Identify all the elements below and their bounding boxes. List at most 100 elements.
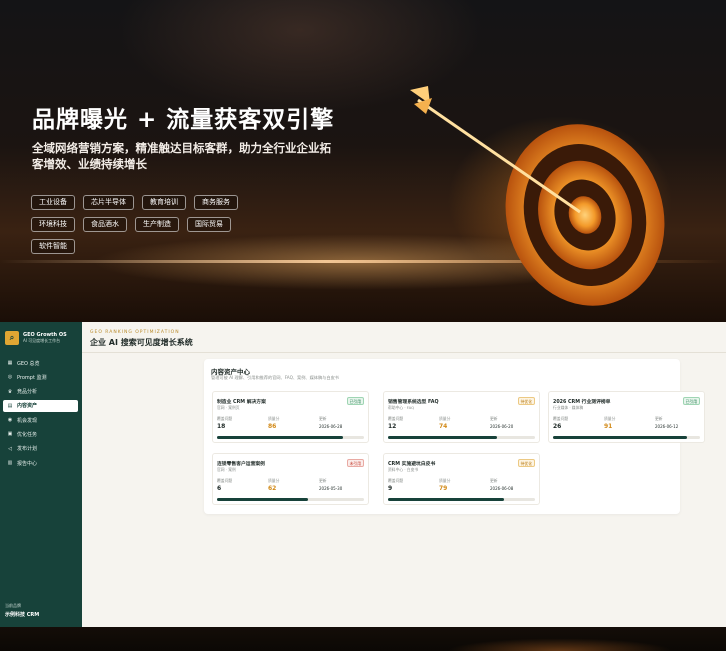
status-badge: 已引用: [682, 397, 700, 405]
updated-label: 更新: [655, 416, 663, 421]
sidebar-item-1[interactable]: ▦ GEO 总览: [3, 357, 78, 369]
coverage-label: 覆盖问题: [388, 416, 404, 421]
asset-card[interactable]: 连锁零售客户运营案例 官网 · 案例 未引用覆盖问题 6 质量分 62 更新 2026-05-…: [212, 453, 369, 505]
updated-value: 2026-06-28: [319, 424, 343, 429]
score-label: 质量分: [268, 416, 280, 421]
progress-fill: [388, 436, 497, 439]
status-badge: 未引用: [346, 459, 364, 467]
current-brand: 当前品牌 示例科技 CRM: [5, 603, 39, 618]
sidebar-item-8[interactable]: ▥ 报告中心: [3, 457, 78, 469]
coverage-metric: 覆盖问题 12: [388, 416, 403, 430]
sidebar-item-5[interactable]: ◉ 机会发现: [3, 414, 78, 426]
sidebar-item-7[interactable]: ◁ 发布计划: [3, 443, 78, 455]
logo-search-icon: ⌕: [5, 331, 19, 345]
industry-tags: 工业设备 芯片半导体 教育培训 商务服务环境科技 食品酒水 生产制造 国际贸易软件智能: [31, 195, 281, 254]
industry-tag[interactable]: 生产制造: [135, 217, 179, 232]
industry-tag[interactable]: 软件智能: [31, 239, 75, 254]
sidebar-nav: ▦ GEO 总览 ◎ Prompt 监测 ♛ 竞品分析 ▤ 内容资产 ◉ 机会发现 ▣ 优化任务 ◁ 发布…: [3, 357, 78, 471]
sidebar-item-label: 报告中心: [17, 460, 38, 467]
asset-card-source: 官网 · 案例页: [217, 405, 240, 410]
updated-metric: 更新 2026-06-20: [490, 416, 513, 429]
sidebar-item-label: 发布计划: [17, 446, 38, 453]
updated-label: 更新: [490, 478, 498, 483]
clipboard-icon: ▣: [7, 431, 13, 438]
industry-tag[interactable]: 教育培训: [142, 195, 186, 210]
header-divider: [82, 352, 726, 353]
progress-bar: [388, 498, 535, 501]
score-label: 质量分: [604, 416, 616, 421]
industry-tag[interactable]: 食品酒水: [83, 217, 127, 232]
industry-tag[interactable]: 工业设备: [31, 195, 75, 210]
industry-tag[interactable]: 国际贸易: [187, 217, 231, 232]
coverage-value: 9: [388, 485, 393, 492]
target-arrow-icon: [410, 86, 665, 306]
updated-metric: 更新 2026-05-30: [319, 478, 342, 491]
trophy-icon: ♛: [7, 388, 13, 395]
asset-card[interactable]: 制造业 CRM 解决方案 官网 · 案例页 已引用 覆盖问题 18 质量分 86 更新 2026…: [212, 391, 369, 443]
progress-bar: [553, 436, 700, 439]
coverage-label: 覆盖问题: [217, 478, 233, 483]
industry-tag[interactable]: 芯片半导体: [83, 195, 134, 210]
industry-tag[interactable]: 商务服务: [194, 195, 238, 210]
updated-value: 2026-05-30: [319, 486, 343, 491]
sidebar-item-2[interactable]: ◎ Prompt 监测: [3, 371, 78, 383]
progress-fill: [217, 436, 344, 439]
score-label: 质量分: [439, 478, 451, 483]
score-metric: 质量分 86: [268, 416, 279, 430]
current-brand-value[interactable]: 示例科技 CRM: [5, 611, 39, 618]
progress-fill: [553, 436, 687, 439]
bottom-hero-edge: [0, 627, 726, 651]
current-brand-label: 当前品牌: [5, 603, 21, 608]
brand-subtitle: AI 可见度增长工作台: [23, 338, 61, 343]
updated-metric: 更新 2026-06-12: [655, 416, 678, 429]
sidebar-item-3[interactable]: ♛ 竞品分析: [3, 386, 78, 398]
coverage-value: 18: [217, 423, 226, 430]
coverage-value: 26: [553, 423, 562, 430]
brand: ⌕ GEO Growth OS AI 可见度增长工作台: [5, 331, 67, 345]
sidebar-item-label: 优化任务: [17, 431, 38, 438]
score-metric: 质量分 62: [268, 478, 279, 492]
score-metric: 质量分 74: [439, 416, 450, 430]
status-badge: 待优化: [517, 459, 535, 467]
asset-card[interactable]: 2026 CRM 行业测评榜单 行业媒体 · 媒体稿 已引用覆盖问题 26 质量分 91 更…: [548, 391, 705, 443]
coverage-metric: 覆盖问题 6: [217, 478, 232, 492]
updated-value: 2026-06-20: [490, 424, 514, 429]
score-label: 质量分: [268, 478, 280, 483]
sidebar-item-label: 机会发现: [17, 417, 38, 424]
chart-icon: ▥: [7, 460, 13, 467]
industry-tag[interactable]: 环境科技: [31, 217, 75, 232]
asset-card-title: 2026 CRM 行业测评榜单: [553, 400, 611, 405]
coverage-value: 12: [388, 423, 397, 430]
coverage-label: 覆盖问题: [553, 416, 569, 421]
sidebar-item-label: Prompt 监测: [17, 374, 47, 381]
asset-card-source: 行业媒体 · 媒体稿: [553, 405, 584, 410]
sidebar-item-4[interactable]: ▤ 内容资产: [3, 399, 78, 412]
sidebar-item-label: GEO 总览: [17, 360, 40, 367]
header-eyebrow: GEO RANKING OPTIMIZATION: [90, 330, 180, 335]
sidebar: ⌕ GEO Growth OS AI 可见度增长工作台 ▦ GEO 总览 ◎ Prom…: [0, 322, 82, 627]
content-asset-panel: 内容资产中心 管理可被 AI 理解、引用和推荐的官网、FAQ、案例、媒体稿与白皮…: [204, 359, 705, 514]
main-content: GEO RANKING OPTIMIZATION 企业 AI 搜索可见度增长系统…: [82, 322, 726, 627]
target-illustration: [400, 70, 720, 320]
coverage-label: 覆盖问题: [388, 478, 404, 483]
progress-bar: [388, 436, 535, 439]
score-value: 74: [439, 423, 448, 430]
asset-card[interactable]: 销售管理系统选型 FAQ 帮助中心 · FAQ 待优化 覆盖问题 12 质量分 74 更新 20…: [383, 391, 540, 443]
hero-banner: 品牌曝光 + 流量获客双引擎 全域网络营销方案，精准触达目标客群，助力全行业企业…: [0, 0, 726, 322]
sidebar-item-label: 内容资产: [17, 403, 38, 410]
updated-label: 更新: [319, 478, 327, 483]
asset-card[interactable]: CRM 实施避坑白皮书 资料中心 · 白皮书 待优化 覆盖问题 9 质量分 79 更新 2026…: [383, 453, 540, 505]
asset-card-title: 连锁零售客户运营案例: [217, 462, 265, 467]
score-value: 91: [604, 423, 613, 430]
updated-label: 更新: [319, 416, 327, 421]
asset-card-title: 销售管理系统选型 FAQ: [388, 400, 439, 405]
coverage-metric: 覆盖问题 26: [553, 416, 568, 430]
page-title: 企业 AI 搜索可见度增长系统: [90, 338, 193, 347]
search-icon: ◎: [7, 374, 13, 381]
progress-bar: [217, 498, 364, 501]
progress-bar: [217, 436, 364, 439]
sidebar-item-6[interactable]: ▣ 优化任务: [3, 428, 78, 440]
status-badge: 已引用: [346, 397, 364, 405]
asset-card-source: 官网 · 案例: [217, 467, 236, 472]
sidebar-item-label: 竞品分析: [17, 389, 38, 396]
